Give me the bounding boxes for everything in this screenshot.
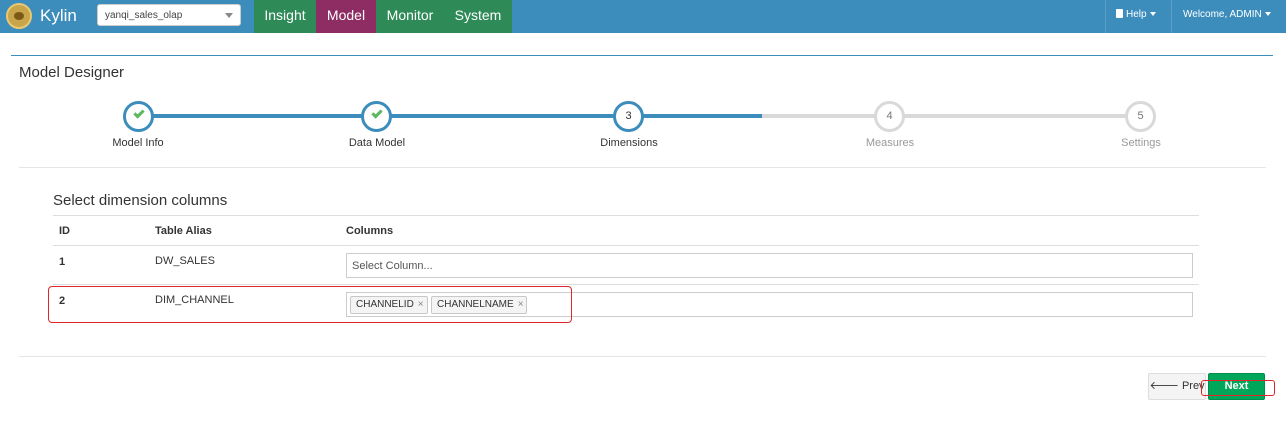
top-navbar: Kylin yanqi_sales_olap Insight Model Mon… [0, 0, 1286, 33]
column-header-id: ID [59, 225, 70, 237]
tab-monitor[interactable]: Monitor [376, 0, 444, 33]
caret-down-icon [1264, 12, 1271, 17]
book-icon [1116, 9, 1123, 18]
column-header-columns: Columns [346, 225, 394, 237]
page-title: Model Designer [19, 64, 125, 81]
chevron-down-icon [225, 13, 233, 18]
wizard-step-label: Settings [1121, 137, 1161, 149]
table-row-border [53, 284, 1199, 285]
arrow-left-icon: 🡐 [1149, 380, 1179, 392]
column-select-input[interactable]: Select Column... [346, 253, 1193, 278]
row-id: 1 [59, 256, 66, 268]
check-icon [133, 107, 145, 119]
brand-name[interactable]: Kylin [40, 6, 77, 26]
wizard-step-3[interactable]: 3 [613, 101, 644, 132]
project-select-value: yanqi_sales_olap [105, 10, 183, 21]
annotation-highlight-box [48, 286, 572, 323]
wizard-step-2[interactable] [361, 101, 392, 132]
footer-divider [19, 356, 1266, 357]
user-menu[interactable]: Welcome, ADMIN [1171, 0, 1286, 33]
wizard-step-4[interactable]: 4 [874, 101, 905, 132]
wizard-step-1[interactable] [123, 101, 154, 132]
tab-insight[interactable]: Insight [254, 0, 316, 33]
wizard-divider [19, 167, 1266, 168]
tab-system[interactable]: System [444, 0, 512, 33]
table-top-border [53, 215, 1199, 216]
arrow-right-icon: 🡒 [1223, 405, 1253, 417]
wizard-remaining-line [762, 114, 1142, 118]
column-select-placeholder: Select Column... [352, 260, 433, 272]
check-icon [371, 107, 383, 119]
wizard-step-label: Dimensions [600, 137, 658, 149]
tab-model[interactable]: Model [316, 0, 376, 33]
project-select[interactable]: yanqi_sales_olap [97, 4, 241, 26]
wizard-step-label: Model Info [112, 137, 164, 149]
help-menu[interactable]: Help [1105, 0, 1170, 33]
caret-down-icon [1149, 12, 1156, 17]
wizard-step-label: Data Model [348, 137, 406, 149]
kylin-logo-icon[interactable] [6, 3, 32, 29]
annotation-highlight-box [1201, 380, 1275, 396]
wizard-progress-line [138, 114, 762, 118]
help-label: Help [1126, 9, 1147, 20]
wizard-step-5[interactable]: 5 [1125, 101, 1156, 132]
column-header-alias: Table Alias [155, 225, 212, 237]
prev-button[interactable]: 🡐 Prev [1148, 373, 1206, 400]
section-title: Select dimension columns [53, 192, 228, 209]
row-table-alias: DW_SALES [155, 255, 215, 267]
welcome-label: Welcome, ADMIN [1183, 9, 1262, 20]
wizard-step-label: Measures [865, 137, 915, 149]
header-divider [11, 55, 1273, 56]
table-header-border [53, 245, 1199, 246]
